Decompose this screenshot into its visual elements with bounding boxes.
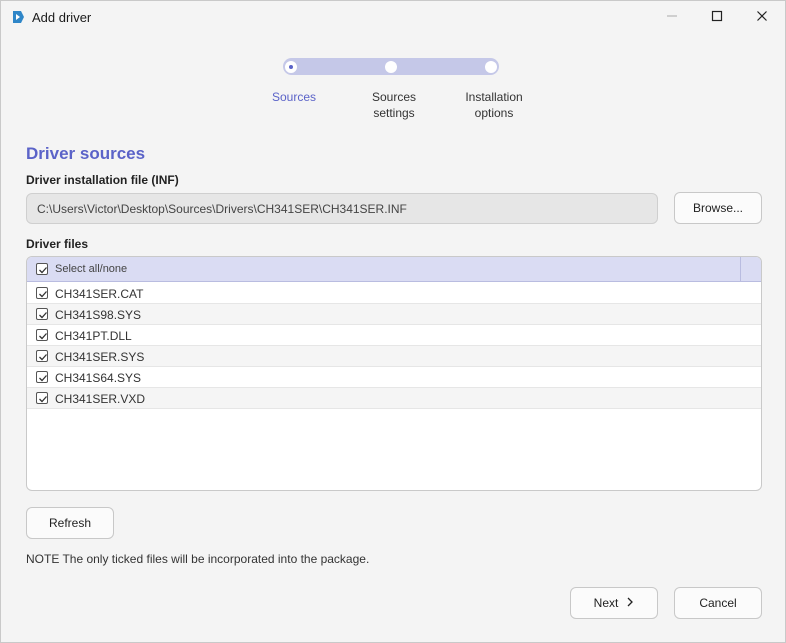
- file-name: CH341S98.SYS: [55, 308, 142, 322]
- title-bar: Add driver: [1, 1, 785, 33]
- step-label-installation-options: Installation options: [444, 89, 544, 121]
- step-label-line: options: [474, 106, 514, 120]
- file-row[interactable]: CH341S98.SYS: [27, 304, 761, 325]
- checkmark-icon: [39, 375, 47, 382]
- app-logo-icon: [10, 9, 26, 25]
- next-button-label: Next: [593, 596, 619, 610]
- file-checkbox[interactable]: [36, 392, 48, 404]
- file-checkbox[interactable]: [36, 371, 48, 383]
- minimize-icon: [666, 10, 678, 25]
- refresh-button[interactable]: Refresh: [26, 507, 114, 539]
- file-row[interactable]: CH341S64.SYS: [27, 367, 761, 388]
- file-checkbox[interactable]: [36, 350, 48, 362]
- checkmark-icon: [39, 312, 47, 319]
- step-label-sources: Sources: [244, 89, 344, 105]
- file-checkbox[interactable]: [36, 287, 48, 299]
- file-name: CH341SER.CAT: [55, 287, 144, 301]
- file-row[interactable]: CH341PT.DLL: [27, 325, 761, 346]
- file-checkbox[interactable]: [36, 329, 48, 341]
- file-checkbox[interactable]: [36, 308, 48, 320]
- close-button[interactable]: [739, 1, 785, 33]
- close-icon: [756, 10, 768, 25]
- cancel-button[interactable]: Cancel: [674, 587, 762, 619]
- maximize-button[interactable]: [694, 1, 740, 33]
- step-label-line: Installation: [465, 90, 523, 104]
- step-label-line: Sources: [271, 90, 317, 104]
- checkmark-icon: [39, 354, 47, 361]
- checkmark-icon: [39, 267, 47, 274]
- step-indicator-sources: [285, 61, 297, 73]
- file-row[interactable]: CH341SER.VXD: [27, 388, 761, 409]
- checkmark-icon: [39, 396, 47, 403]
- file-name: CH341S64.SYS: [55, 371, 142, 385]
- minimize-button[interactable]: [649, 1, 695, 33]
- step-label-line: settings: [373, 106, 415, 120]
- next-button[interactable]: Next: [570, 587, 658, 619]
- column-divider[interactable]: [740, 257, 741, 282]
- add-driver-window: Add driver Sources Sources settings Inst…: [0, 0, 786, 643]
- list-header: Select all/none: [27, 257, 761, 282]
- step-label-sources-settings: Sources settings: [344, 89, 444, 121]
- file-row[interactable]: CH341SER.SYS: [27, 346, 761, 367]
- section-title: Driver sources: [26, 144, 146, 163]
- browse-button[interactable]: Browse...: [674, 192, 762, 224]
- maximize-icon: [711, 10, 723, 25]
- select-all-label[interactable]: Select all/none: [55, 263, 127, 275]
- driver-files-list: Select all/none CH341SER.CAT CH341S98.SY…: [26, 256, 762, 491]
- driver-files-label: Driver files: [26, 237, 89, 251]
- note-text: NOTE The only ticked files will be incor…: [26, 552, 370, 566]
- window-title: Add driver: [32, 10, 92, 25]
- chevron-right-icon: [626, 596, 634, 610]
- step-label-line: Sources: [371, 90, 417, 104]
- inf-field-label: Driver installation file (INF): [26, 173, 179, 187]
- file-name: CH341SER.SYS: [55, 350, 145, 364]
- step-indicator-sources-settings: [385, 61, 397, 73]
- select-all-checkbox[interactable]: [36, 263, 48, 275]
- checkmark-icon: [39, 333, 47, 340]
- file-name: CH341SER.VXD: [55, 392, 146, 406]
- checkmark-icon: [39, 291, 47, 298]
- step-indicator-installation-options: [485, 61, 497, 73]
- file-row[interactable]: CH341SER.CAT: [27, 283, 761, 304]
- inf-path-input[interactable]: [26, 193, 658, 224]
- file-name: CH341PT.DLL: [55, 329, 132, 343]
